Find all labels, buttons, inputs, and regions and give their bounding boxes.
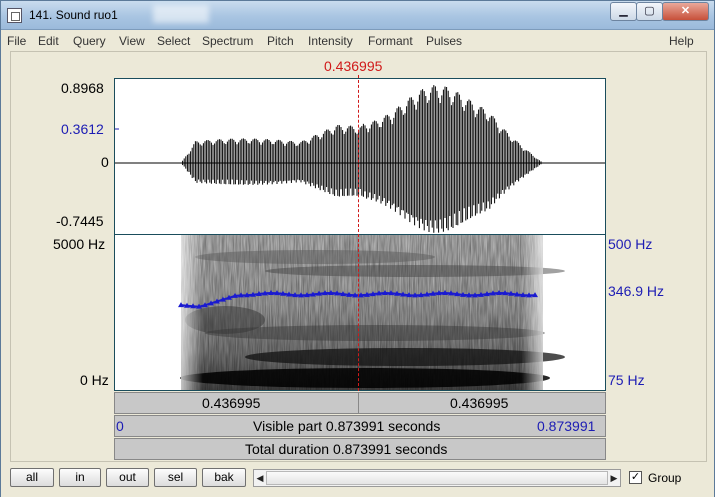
spectrogram-top-freq-label: 5000 Hz [53,236,106,252]
minimize-icon[interactable]: ▁ [610,2,637,21]
total-duration-label: Total duration 0.873991 seconds [245,441,448,457]
scroll-left-icon[interactable]: ◀ [254,470,266,486]
menu-help[interactable]: Help [669,34,694,48]
menu-file[interactable]: File [7,34,26,48]
menu-view[interactable]: View [119,34,145,48]
sound-editor-window: 141. Sound ruo1 ▁ ▢ ✕ File Edit Query Vi… [0,0,715,497]
spectrogram-graphic [178,235,565,390]
zoom-out-button[interactable]: out [106,468,149,487]
group-checkbox[interactable]: ✓ [629,471,642,484]
title-bar: 141. Sound ruo1 ▁ ▢ ✕ [1,1,714,30]
checkmark-icon: ✓ [630,471,641,483]
horizontal-scrollbar[interactable]: ◀ ▶ [253,469,621,487]
menu-pitch[interactable]: Pitch [267,34,294,48]
zoom-back-button[interactable]: bak [202,468,246,487]
interval-divider [358,393,359,413]
window-start-label: 0 [116,418,124,434]
close-icon[interactable]: ✕ [662,2,709,21]
waveform-graphic [110,85,605,233]
menu-edit[interactable]: Edit [38,34,59,48]
menu-bar: File Edit Query View Select Spectrum Pit… [1,31,714,51]
pitch-top-label: 500 Hz [608,236,653,252]
left-interval-label: 0.436995 [202,395,261,411]
menu-formant[interactable]: Formant [368,34,413,48]
group-checkbox-label: Group [648,471,682,485]
menu-intensity[interactable]: Intensity [308,34,353,48]
app-icon[interactable] [7,8,22,23]
zoom-all-button[interactable]: all [10,468,54,487]
zoom-selection-button[interactable]: sel [154,468,197,487]
zoom-in-button[interactable]: in [59,468,101,487]
time-cursor-line [358,75,359,391]
right-interval-label: 0.436995 [450,395,509,411]
title-blur-area [153,5,209,23]
menu-pulses[interactable]: Pulses [426,34,462,48]
interval-bar[interactable]: 0.436995 0.436995 [114,392,606,414]
total-duration-bar[interactable]: Total duration 0.873991 seconds [114,438,606,460]
waveform-zero-label: 0 [101,154,109,170]
menu-spectrum[interactable]: Spectrum [202,34,253,48]
spectrogram-bottom-freq-label: 0 Hz [80,372,109,388]
waveform-panel[interactable] [110,78,606,235]
menu-select[interactable]: Select [157,34,190,48]
window-title: 141. Sound ruo1 [29,8,118,22]
waveform-min-label: -0.7445 [56,213,104,229]
waveform-cursor-value-label: 0.3612 [61,121,104,137]
waveform-max-label: 0.8968 [61,80,104,96]
scrollbar-thumb[interactable] [266,471,608,485]
menu-query[interactable]: Query [73,34,106,48]
maximize-icon[interactable]: ▢ [636,2,663,21]
scroll-right-icon[interactable]: ▶ [608,470,620,486]
spectrogram-panel[interactable] [114,235,606,391]
visible-part-bar[interactable]: Visible part 0.873991 seconds [114,415,606,437]
visible-part-label: Visible part 0.873991 seconds [253,418,441,434]
cursor-time-label: 0.436995 [324,58,383,74]
pitch-current-label: 346.9 Hz [608,283,665,299]
window-end-label: 0.873991 [537,418,596,434]
pitch-bottom-label: 75 Hz [608,372,645,388]
bottom-toolbar: all in out sel bak ◀ ▶ ✓ Group [1,463,714,497]
